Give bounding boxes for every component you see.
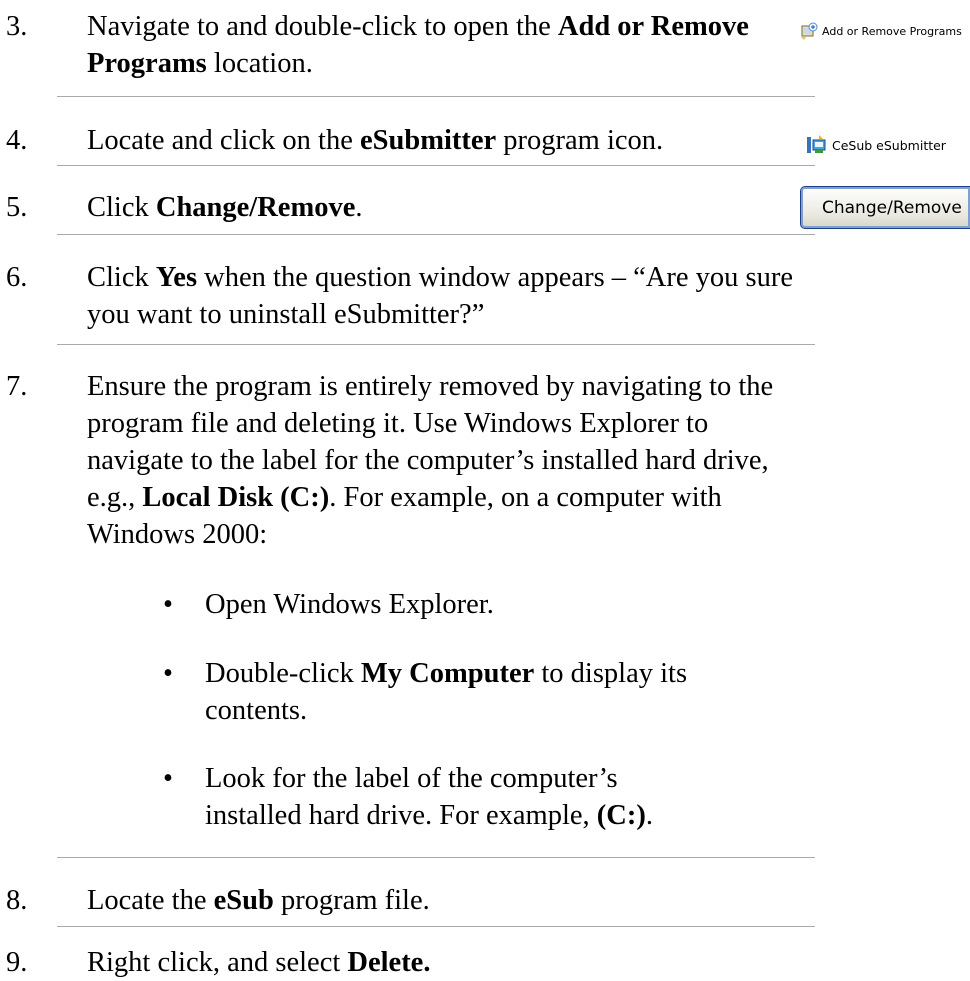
step-number: 8.: [6, 885, 28, 916]
divider: [57, 857, 815, 858]
step-text: Ensure the program is entirely removed b…: [87, 371, 774, 550]
step-text: Navigate to and double-click to open the…: [87, 11, 749, 79]
step-text: Locate the eSub program file.: [87, 885, 430, 916]
step-number: 5.: [6, 192, 28, 223]
step-number: 3.: [6, 11, 28, 42]
bullet-dot: •: [163, 763, 173, 794]
bullet-text: Open Windows Explorer.: [205, 589, 494, 620]
divider: [57, 926, 815, 927]
step-number: 4.: [6, 125, 28, 156]
esubmitter-program-label: CeSub eSubmitter: [832, 137, 946, 153]
divider: [57, 165, 815, 166]
add-remove-programs-label: Add or Remove Programs: [822, 25, 962, 38]
step-number: 7.: [6, 371, 28, 402]
step-number: 6.: [6, 262, 28, 293]
bullet-text: Double-click My Computer to display its …: [205, 658, 688, 726]
bullet-dot: •: [163, 658, 173, 689]
step-text: Right click, and select Delete.: [87, 947, 431, 978]
divider: [57, 234, 815, 235]
divider: [57, 344, 815, 345]
divider: [57, 96, 815, 97]
change-remove-button[interactable]: Change/Remove: [800, 186, 970, 229]
change-remove-button-label: Change/Remove: [822, 197, 962, 218]
bullet-text: Look for the label of the computer’s ins…: [205, 763, 653, 831]
step-number: 9.: [6, 947, 28, 978]
step-text: Locate and click on the eSubmitter progr…: [87, 125, 664, 156]
installer-icon: [806, 134, 828, 156]
add-remove-programs-item[interactable]: Add or Remove Programs: [800, 22, 962, 41]
bullet-dot: •: [163, 589, 173, 620]
esubmitter-program-item[interactable]: CeSub eSubmitter: [806, 134, 946, 156]
step-text: Click Yes when the question window appea…: [87, 262, 794, 330]
add-remove-programs-icon: [800, 22, 819, 41]
step-text: Click Change/Remove.: [87, 192, 363, 223]
